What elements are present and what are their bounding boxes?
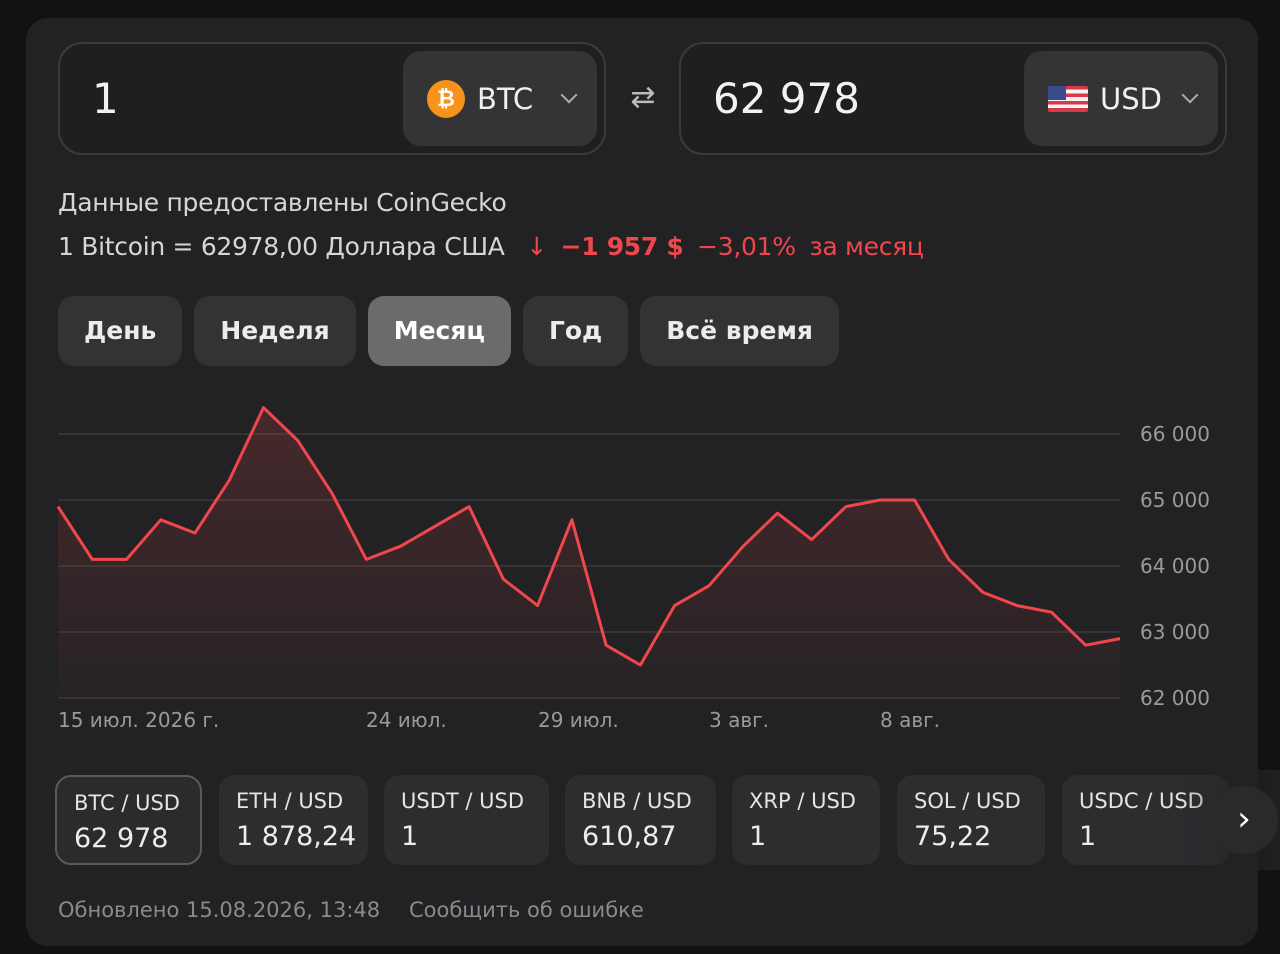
data-point bbox=[55, 504, 61, 510]
y-tick-label: 65 000 bbox=[1140, 488, 1210, 512]
price-area bbox=[58, 407, 1120, 698]
data-point bbox=[1048, 609, 1054, 615]
pair-value: 1 bbox=[749, 821, 767, 852]
data-point bbox=[89, 556, 95, 562]
y-tick-label: 64 000 bbox=[1140, 554, 1210, 578]
data-point bbox=[363, 556, 369, 562]
data-point bbox=[329, 490, 335, 496]
x-tick-label: 29 июл. bbox=[538, 708, 619, 732]
data-point bbox=[672, 603, 678, 609]
report-error-link[interactable]: Сообщить об ошибке bbox=[409, 898, 644, 922]
x-tick-label: 8 авг. bbox=[880, 708, 940, 732]
pair-value: 62 978 bbox=[74, 823, 169, 854]
y-tick-label: 66 000 bbox=[1140, 422, 1210, 446]
data-point bbox=[911, 497, 917, 503]
data-point bbox=[192, 530, 198, 536]
updated-timestamp: Обновлено 15.08.2026, 13:48 bbox=[58, 898, 381, 922]
data-point bbox=[706, 583, 712, 589]
data-point bbox=[980, 589, 986, 595]
pair-name: USDT / USD bbox=[401, 789, 524, 813]
pair-usdc-usd[interactable]: USDC / USD 1 bbox=[1062, 775, 1230, 865]
data-point bbox=[877, 497, 883, 503]
data-point bbox=[226, 477, 232, 483]
data-point bbox=[398, 543, 404, 549]
pair-value: 1 878,24 bbox=[236, 821, 357, 852]
pair-value: 1 bbox=[401, 821, 419, 852]
data-point bbox=[124, 556, 130, 562]
x-tick-label: 24 июл. bbox=[366, 708, 447, 732]
pair-name: ETH / USD bbox=[236, 789, 344, 813]
data-point bbox=[1014, 603, 1020, 609]
data-point bbox=[569, 517, 575, 523]
x-tick-label: 3 авг. bbox=[709, 708, 769, 732]
pair-bnb-usd[interactable]: BNB / USD 610,87 bbox=[565, 775, 716, 865]
y-tick-label: 63 000 bbox=[1140, 620, 1210, 644]
data-point bbox=[535, 603, 541, 609]
y-tick-label: 62 000 bbox=[1140, 686, 1210, 710]
pair-name: XRP / USD bbox=[749, 789, 856, 813]
pair-name: USDC / USD bbox=[1079, 789, 1204, 813]
pair-value: 1 bbox=[1079, 821, 1097, 852]
pair-name: BTC / USD bbox=[74, 791, 180, 815]
data-point bbox=[603, 642, 609, 648]
pair-xrp-usd[interactable]: XRP / USD 1 bbox=[732, 775, 880, 865]
data-point bbox=[637, 662, 643, 668]
data-point bbox=[432, 523, 438, 529]
x-tick-label: 15 июл. 2026 г. bbox=[58, 708, 219, 732]
data-point bbox=[740, 543, 746, 549]
data-point bbox=[843, 504, 849, 510]
data-point bbox=[809, 537, 815, 543]
price-chart[interactable]: 66 000 65 000 64 000 63 000 62 000 15 июл. 2… bbox=[0, 0, 1280, 760]
pair-btc-usd[interactable]: BTC / USD 62 978 bbox=[55, 775, 202, 865]
chevron-right-icon[interactable]: › bbox=[1210, 786, 1278, 854]
pair-sol-usd[interactable]: SOL / USD 75,22 bbox=[897, 775, 1045, 865]
data-point bbox=[500, 576, 506, 582]
pair-value: 75,22 bbox=[914, 821, 992, 852]
data-point bbox=[1117, 636, 1123, 642]
data-point bbox=[261, 405, 267, 411]
pair-value: 610,87 bbox=[582, 821, 677, 852]
data-point bbox=[946, 556, 952, 562]
pair-usdt-usd[interactable]: USDT / USD 1 bbox=[384, 775, 549, 865]
data-point bbox=[158, 517, 164, 523]
pair-name: BNB / USD bbox=[582, 789, 692, 813]
pair-eth-usd[interactable]: ETH / USD 1 878,24 bbox=[219, 775, 368, 865]
pair-name: SOL / USD bbox=[914, 789, 1021, 813]
data-point bbox=[1083, 642, 1089, 648]
data-point bbox=[466, 504, 472, 510]
data-point bbox=[295, 438, 301, 444]
data-point bbox=[774, 510, 780, 516]
